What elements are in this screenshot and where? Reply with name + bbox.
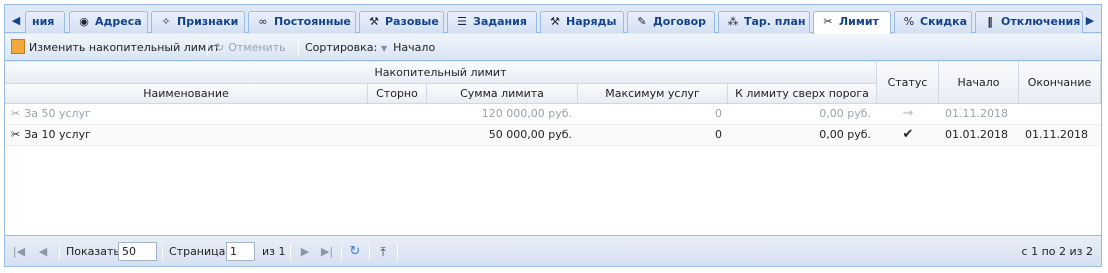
cell-max-services: 0 — [715, 107, 722, 120]
export-upload-icon[interactable]: ⤒ — [375, 243, 391, 261]
cell-name: ✂ За 50 услуг — [11, 107, 91, 120]
table-row[interactable]: ✂ За 10 услуг 50 000,00 руб. 0 0,00 руб. … — [5, 125, 1101, 146]
document-list-icon: ☰ — [457, 15, 467, 28]
page-label: Страница — [169, 245, 226, 258]
pager-separator — [369, 244, 370, 260]
column-header-over-threshold[interactable]: К лимиту сверх порога — [728, 84, 877, 104]
cell-max-services: 0 — [715, 128, 722, 141]
contract-edit-icon: ✎ — [637, 15, 647, 28]
display-summary: с 1 по 2 из 2 — [1021, 245, 1093, 258]
cell-storno — [368, 104, 427, 124]
tab-scroll-left-icon[interactable]: ◀ — [8, 11, 24, 33]
column-header-name[interactable]: Наименование — [5, 84, 368, 104]
cell-limit-sum: 120 000,00 руб. — [481, 107, 572, 120]
table-row[interactable]: ✂ За 50 услуг 120 000,00 руб. 0 0,00 руб.… — [5, 104, 1101, 125]
cell-over-threshold: 0,00 руб. — [819, 107, 871, 120]
page-size-input[interactable] — [118, 242, 157, 261]
sort-down-icon: ▼ — [381, 44, 388, 53]
cell-name: ✂ За 10 услуг — [11, 128, 91, 141]
link-icon: ∞ — [258, 15, 268, 28]
column-header-limit-sum[interactable]: Сумма лимита — [427, 84, 578, 104]
wrench-icon: ⚒ — [369, 15, 379, 28]
cell-end: 01.11.2018 — [1025, 128, 1088, 141]
tools-icon: ⚒ — [550, 15, 560, 28]
pager-separator — [341, 244, 342, 260]
column-header-end[interactable]: Окончание — [1019, 62, 1101, 104]
tab-limit[interactable]: ✂ Лимит — [813, 11, 891, 34]
limit-panel: ◀ ния ◉ Адреса ✧ Признаки ∞ Постоянные ⚒ Раз… — [4, 4, 1102, 267]
scissors-icon: ✂ — [11, 128, 21, 141]
tab-tariff-plan[interactable]: ⁂ Тар. план — [718, 11, 810, 33]
checkmark-icon: ✔ — [902, 127, 914, 142]
tab-addresses[interactable]: ◉ Адреса — [69, 11, 148, 33]
undo-icon: ↻ — [215, 41, 225, 54]
column-header-storno[interactable]: Сторно — [368, 84, 427, 104]
sort-label: Сортировка: — [305, 41, 378, 54]
page-size-label: Показать — [66, 245, 120, 258]
sort-by-start-button[interactable]: ▼ Начало — [381, 39, 435, 56]
prev-page-icon[interactable]: ◀ — [35, 243, 51, 261]
column-header-max-services[interactable]: Максимум услуг — [578, 84, 728, 104]
edit-document-icon — [11, 39, 25, 54]
last-page-icon[interactable]: ▶| — [319, 243, 335, 261]
tab-discount[interactable]: % Скидка — [894, 11, 972, 33]
cell-start: 01.11.2018 — [945, 107, 1008, 120]
column-header-start[interactable]: Начало — [939, 62, 1019, 104]
page-number-input[interactable] — [226, 242, 255, 261]
map-pin-icon: ◉ — [79, 15, 89, 28]
cell-storno — [368, 125, 427, 145]
discount-icon: % — [903, 15, 915, 28]
scissors-icon: ✂ — [11, 107, 21, 120]
tab-disconnections[interactable]: ‖ Отключения — [975, 11, 1083, 33]
tab-tasks[interactable]: ☰ Задания — [447, 11, 537, 33]
tab-onetime[interactable]: ⚒ Разовые — [359, 11, 444, 33]
pager-separator — [162, 244, 163, 260]
first-page-icon[interactable]: |◀ — [11, 243, 27, 261]
cell-limit-sum: 50 000,00 руб. — [488, 128, 572, 141]
pause-icon: ‖ — [987, 15, 993, 28]
next-page-icon[interactable]: ▶ — [297, 243, 313, 261]
tab-attributes[interactable]: ✧ Признаки — [151, 11, 245, 33]
toolbar: Изменить накопительный лимит ↻ Отменить С… — [5, 34, 1101, 61]
pager-separator — [397, 244, 398, 260]
cell-over-threshold: 0,00 руб. — [819, 128, 871, 141]
cancel-button[interactable]: ↻ Отменить — [215, 39, 286, 56]
magic-wand-icon: ✧ — [161, 15, 171, 28]
group-header-accumulative-limit: Накопительный лимит — [5, 62, 877, 84]
refresh-icon[interactable]: ↻ — [347, 243, 363, 261]
column-header-status[interactable]: Статус — [877, 62, 939, 104]
toolbar-separator — [298, 39, 299, 56]
scissors-icon: ✂ — [823, 15, 833, 28]
arrow-right-icon: → — [902, 106, 914, 121]
tab-strip: ◀ ния ◉ Адреса ✧ Признаки ∞ Постоянные ⚒ Раз… — [5, 5, 1101, 34]
limits-grid: Накопительный лимит Наименование Сторно … — [5, 62, 1101, 235]
page-count-label: из 1 — [262, 245, 286, 258]
tab-contract[interactable]: ✎ Договор — [627, 11, 715, 33]
tab-orders[interactable]: ⚒ Наряды — [540, 11, 624, 33]
tab-permanent[interactable]: ∞ Постоянные — [248, 11, 356, 33]
tab-scroll-right-icon[interactable]: ▶ — [1082, 11, 1098, 33]
cell-end — [1019, 104, 1101, 124]
cell-start: 01.01.2018 — [945, 128, 1008, 141]
pager-separator — [59, 244, 60, 260]
pager-separator — [290, 244, 291, 260]
tab-previous[interactable]: ния — [25, 11, 65, 33]
edit-limit-button[interactable]: Изменить накопительный лимит — [11, 39, 220, 56]
tariff-plan-icon: ⁂ — [727, 15, 739, 28]
toolbar-separator — [207, 39, 208, 56]
paging-toolbar: |◀ ◀ Показать Страница из 1 ▶ ▶| ↻ ⤒ с 1… — [5, 235, 1101, 266]
